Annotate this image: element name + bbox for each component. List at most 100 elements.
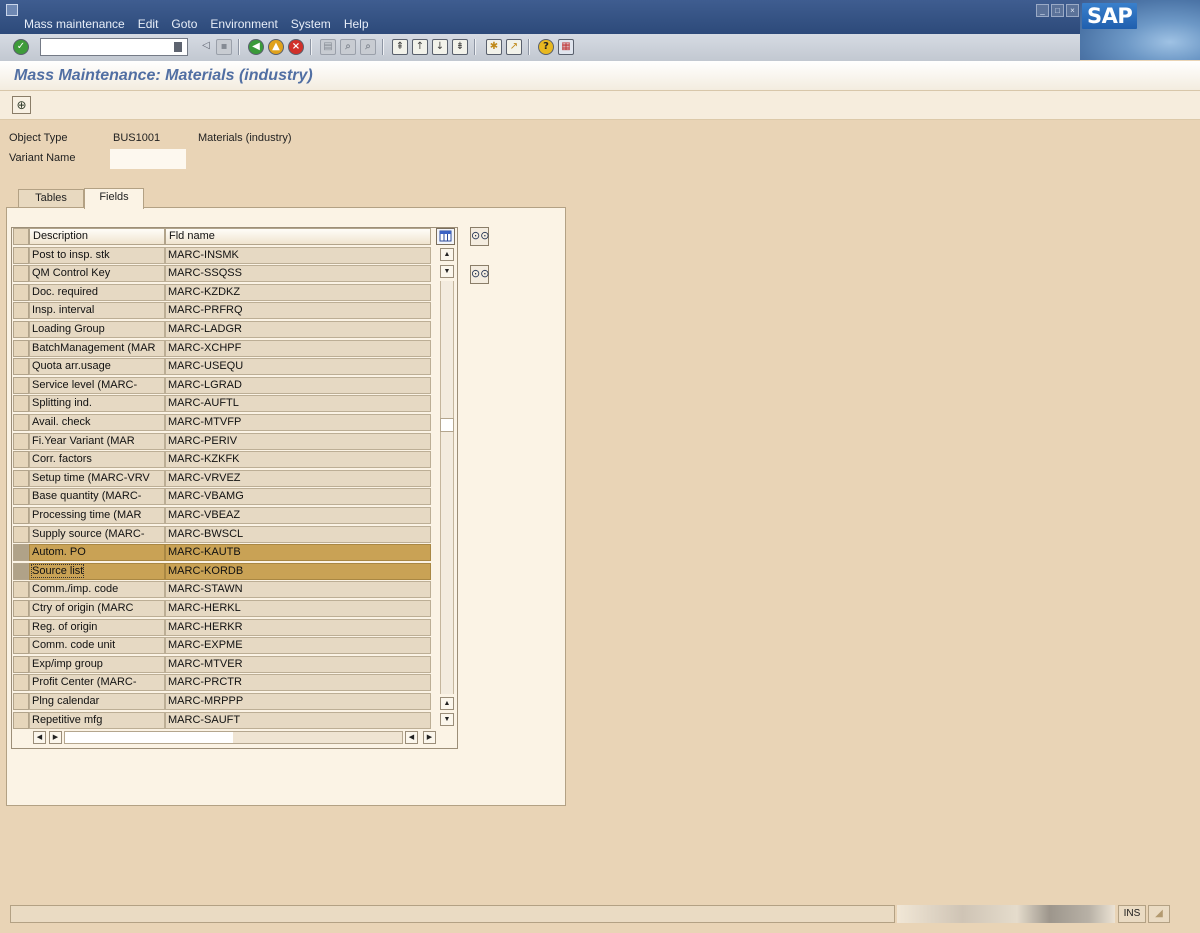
- cell-description[interactable]: Comm./imp. code: [29, 581, 165, 599]
- menu-goto[interactable]: Goto: [171, 17, 197, 31]
- scroll-up-icon[interactable]: ▲: [440, 248, 454, 261]
- row-selector[interactable]: [13, 451, 29, 469]
- menu-help[interactable]: Help: [344, 17, 369, 31]
- cell-description[interactable]: Insp. interval: [29, 302, 165, 320]
- find-button[interactable]: ⊙⊙: [470, 227, 489, 246]
- create-session-icon[interactable]: ✱: [486, 39, 502, 55]
- cell-field-name[interactable]: MARC-INSMK: [165, 246, 431, 264]
- vertical-scroll-thumb[interactable]: [440, 418, 454, 432]
- cell-field-name[interactable]: MARC-HERKL: [165, 599, 431, 617]
- row-selector[interactable]: [13, 506, 29, 524]
- minimize-icon[interactable]: _: [1036, 4, 1049, 17]
- menu-edit[interactable]: Edit: [138, 17, 159, 31]
- cell-description[interactable]: Avail. check: [29, 413, 165, 431]
- cell-field-name[interactable]: MARC-KZDKZ: [165, 283, 431, 301]
- row-selector[interactable]: [13, 302, 29, 320]
- next-page-icon[interactable]: ↓: [432, 39, 448, 55]
- cell-field-name[interactable]: MARC-KZKFK: [165, 451, 431, 469]
- row-selector[interactable]: [13, 469, 29, 487]
- cell-description[interactable]: Setup time (MARC-VRV: [29, 469, 165, 487]
- cell-field-name[interactable]: MARC-USEQU: [165, 358, 431, 376]
- cell-description[interactable]: Comm. code unit: [29, 637, 165, 655]
- cell-description[interactable]: Ctry of origin (MARC: [29, 599, 165, 617]
- scroll-page-down-icon[interactable]: ▼: [440, 713, 454, 726]
- last-page-icon[interactable]: ⇟: [452, 39, 468, 55]
- scroll-columns-left-icon[interactable]: ◀: [405, 731, 418, 744]
- cell-field-name[interactable]: MARC-LGRAD: [165, 376, 431, 394]
- print-icon[interactable]: ▤: [320, 39, 336, 55]
- row-selector[interactable]: [13, 544, 29, 562]
- select-all-button[interactable]: [13, 228, 29, 245]
- scroll-left-icon[interactable]: ◀: [33, 731, 46, 744]
- row-selector[interactable]: [13, 581, 29, 599]
- cell-description[interactable]: Splitting ind.: [29, 395, 165, 413]
- command-field[interactable]: [40, 38, 188, 56]
- customize-layout-icon[interactable]: ▦: [558, 39, 574, 55]
- cell-description[interactable]: Reg. of origin: [29, 618, 165, 636]
- previous-page-icon[interactable]: ↑: [412, 39, 428, 55]
- cell-description[interactable]: Exp/imp group: [29, 655, 165, 673]
- column-header-description[interactable]: Description: [29, 228, 165, 245]
- cell-description[interactable]: Quota arr.usage: [29, 358, 165, 376]
- row-selector[interactable]: [13, 339, 29, 357]
- scroll-right-icon[interactable]: ▶: [49, 731, 62, 744]
- cell-field-name[interactable]: MARC-STAWN: [165, 581, 431, 599]
- horizontal-scroll-thumb[interactable]: [65, 732, 233, 743]
- row-selector[interactable]: [13, 413, 29, 431]
- cell-description[interactable]: Processing time (MAR: [29, 506, 165, 524]
- row-selector[interactable]: [13, 525, 29, 543]
- row-selector[interactable]: [13, 599, 29, 617]
- row-selector[interactable]: [13, 395, 29, 413]
- cell-field-name[interactable]: MARC-EXPME: [165, 637, 431, 655]
- cell-description[interactable]: BatchManagement (MAR: [29, 339, 165, 357]
- cell-description[interactable]: Fi.Year Variant (MAR: [29, 432, 165, 450]
- enter-icon[interactable]: ✓: [13, 39, 29, 55]
- find-icon[interactable]: ⌕: [340, 39, 356, 55]
- cell-field-name[interactable]: MARC-VRVEZ: [165, 469, 431, 487]
- row-selector[interactable]: [13, 637, 29, 655]
- find-next-icon[interactable]: ⌕: [360, 39, 376, 55]
- cell-description[interactable]: Doc. required: [29, 283, 165, 301]
- cell-description[interactable]: Supply source (MARC-: [29, 525, 165, 543]
- vertical-scrollbar[interactable]: [440, 281, 454, 694]
- menu-mass-maintenance[interactable]: Mass maintenance: [24, 17, 125, 31]
- cell-field-name[interactable]: MARC-SSQSS: [165, 265, 431, 283]
- scroll-page-up-icon[interactable]: ▲: [440, 697, 454, 710]
- cell-field-name[interactable]: MARC-HERKR: [165, 618, 431, 636]
- cancel-icon[interactable]: ×: [288, 39, 304, 55]
- cell-description[interactable]: Plng calendar: [29, 692, 165, 710]
- cell-field-name[interactable]: MARC-PRFRQ: [165, 302, 431, 320]
- cell-field-name[interactable]: MARC-KAUTB: [165, 544, 431, 562]
- row-selector[interactable]: [13, 246, 29, 264]
- cell-description[interactable]: Service level (MARC-: [29, 376, 165, 394]
- variant-name-input[interactable]: [110, 149, 186, 169]
- help-icon[interactable]: ?: [538, 39, 554, 55]
- maximize-icon[interactable]: □: [1051, 4, 1064, 17]
- column-header-field-name[interactable]: Fld name: [165, 228, 431, 245]
- cell-description[interactable]: Corr. factors: [29, 451, 165, 469]
- cell-field-name[interactable]: MARC-MTVFP: [165, 413, 431, 431]
- cell-field-name[interactable]: MARC-BWSCL: [165, 525, 431, 543]
- system-menu-icon[interactable]: [6, 4, 18, 16]
- cell-field-name[interactable]: MARC-SAUFT: [165, 711, 431, 729]
- row-selector[interactable]: [13, 283, 29, 301]
- save-icon[interactable]: ▪: [216, 39, 232, 55]
- row-selector[interactable]: [13, 265, 29, 283]
- find-next-button[interactable]: ⊙⊙: [470, 265, 489, 284]
- cell-description[interactable]: Autom. PO: [29, 544, 165, 562]
- back-arrow-icon[interactable]: ◁: [198, 39, 214, 55]
- tab-fields[interactable]: Fields: [84, 188, 144, 209]
- row-selector[interactable]: [13, 711, 29, 729]
- row-selector[interactable]: [13, 320, 29, 338]
- cell-field-name[interactable]: MARC-VBEAZ: [165, 506, 431, 524]
- cell-description[interactable]: Loading Group: [29, 320, 165, 338]
- close-icon[interactable]: ×: [1066, 4, 1079, 17]
- cell-description[interactable]: Source list: [29, 562, 165, 580]
- cell-field-name[interactable]: MARC-PERIV: [165, 432, 431, 450]
- row-selector[interactable]: [13, 618, 29, 636]
- cell-description[interactable]: Repetitive mfg: [29, 711, 165, 729]
- cell-description[interactable]: Base quantity (MARC-: [29, 488, 165, 506]
- row-selector[interactable]: [13, 692, 29, 710]
- cell-field-name[interactable]: MARC-VBAMG: [165, 488, 431, 506]
- first-page-icon[interactable]: ⇞: [392, 39, 408, 55]
